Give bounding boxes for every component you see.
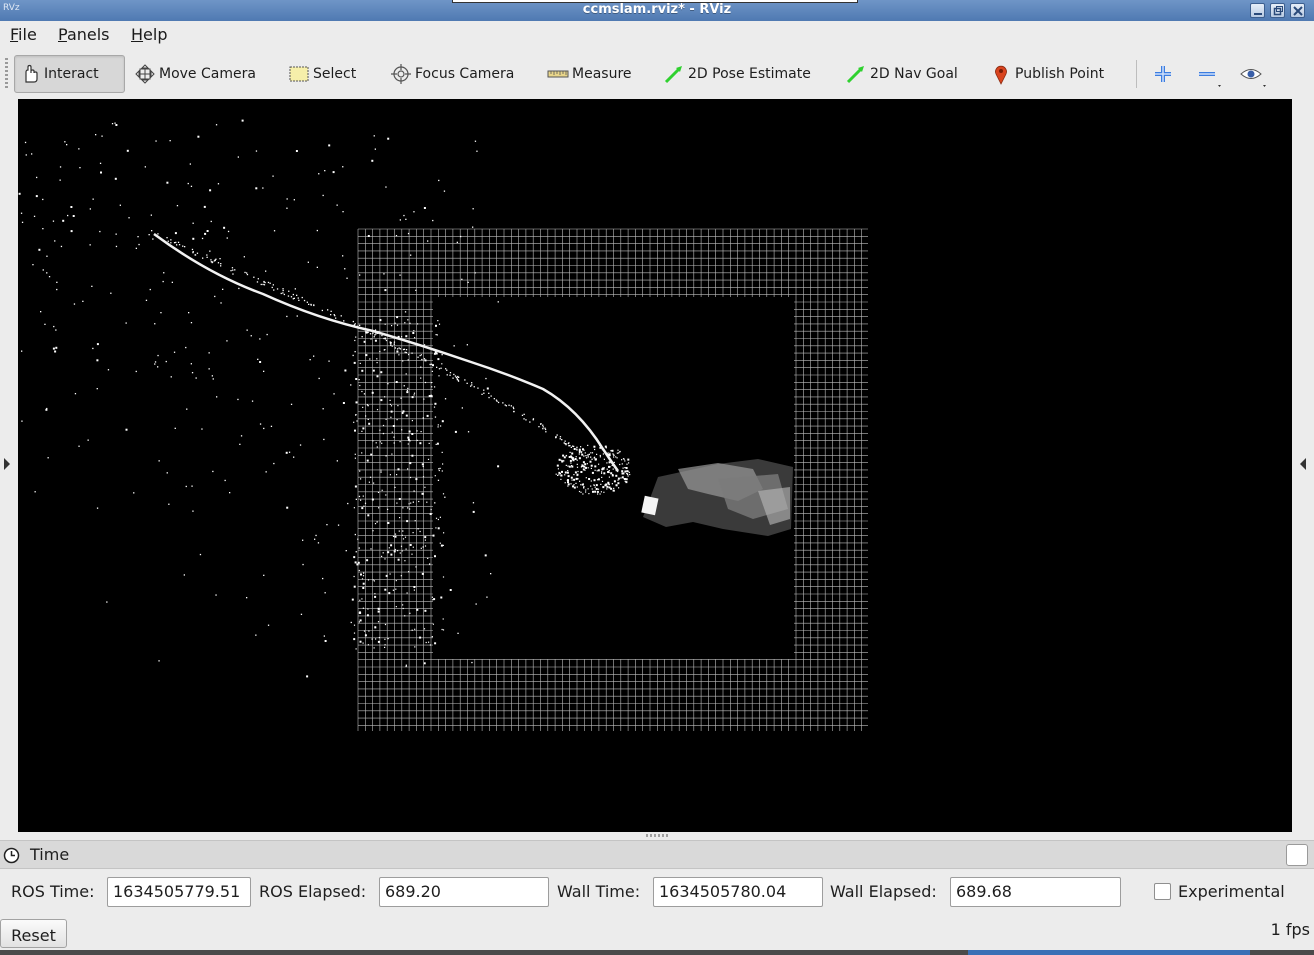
ros-elapsed-label: ROS Elapsed: (259, 882, 367, 901)
minimize-icon (1254, 13, 1262, 15)
splitter-grip (646, 834, 668, 837)
tool-select[interactable]: Select (284, 55, 356, 93)
ros-time-label: ROS Time: (11, 882, 95, 901)
panel-splitter[interactable] (0, 832, 1314, 840)
tool-2d-nav-goal-label: 2D Nav Goal (870, 66, 958, 82)
tool-measure-label: Measure (572, 66, 632, 82)
ros-time-field[interactable]: 1634505779.51 (107, 877, 251, 907)
menu-panels[interactable]: Panels (58, 25, 110, 44)
render-viewport[interactable] (18, 99, 1292, 832)
time-values-row: ROS Time: 1634505779.51 ROS Elapsed: 689… (0, 870, 1314, 914)
tool-focus-camera[interactable]: Focus Camera (386, 55, 514, 93)
toolbar-grip[interactable] (5, 58, 8, 88)
tool-2d-pose-estimate[interactable]: 2D Pose Estimate (659, 55, 811, 93)
select-rect-icon (288, 63, 310, 85)
move-arrows-icon (134, 63, 156, 85)
tool-publish-point-label: Publish Point (1015, 66, 1105, 82)
reset-button[interactable]: Reset (0, 919, 67, 948)
tool-interact[interactable]: Interact (14, 55, 125, 93)
eye-view-icon (1240, 69, 1266, 87)
ruler-icon (547, 63, 569, 85)
menu-file-label: ile (18, 25, 37, 44)
3d-scene[interactable] (18, 99, 1292, 832)
window-title: ccmslam.rviz* - RViz (582, 2, 732, 17)
menu-file[interactable]: File (10, 25, 37, 44)
menu-file-mnemonic: F (10, 25, 19, 44)
focus-target-icon (390, 63, 412, 85)
panel-float-button[interactable] (1286, 844, 1308, 866)
menu-panels-mnemonic: P (58, 25, 67, 44)
close-icon (1293, 6, 1303, 16)
clock-icon (3, 847, 20, 864)
tool-move-camera[interactable]: Move Camera (130, 55, 256, 93)
toolbar-separator (1136, 60, 1137, 88)
taskbar-active-item (968, 950, 1250, 955)
tool-bar: Interact Move Camera Select Focus Camera… (0, 48, 1314, 98)
title-bar[interactable]: RVz ccmslam.rviz* - RViz (0, 0, 1314, 21)
fps-indicator: 1 fps (1270, 920, 1310, 939)
remove-tool-button[interactable] (1194, 60, 1222, 88)
add-tool-button[interactable] (1150, 60, 1178, 88)
tool-measure[interactable]: Measure (543, 55, 632, 93)
tool-move-camera-label: Move Camera (159, 66, 256, 82)
remove-tool-icon (1199, 72, 1221, 87)
tool-select-label: Select (313, 66, 357, 82)
time-panel-title: Time (30, 845, 70, 864)
left-dock-collapse[interactable] (0, 99, 18, 832)
maximize-button[interactable] (1270, 3, 1285, 18)
tool-interact-label: Interact (44, 66, 99, 82)
keyframe-object (641, 459, 793, 536)
tool-publish-point[interactable]: Publish Point (986, 55, 1104, 93)
view-options-button[interactable] (1238, 60, 1266, 88)
wall-elapsed-field[interactable]: 689.68 (950, 877, 1121, 907)
menu-help-mnemonic: H (131, 25, 144, 44)
time-panel-header: Time (0, 840, 1314, 869)
menu-bar: File Panels Help (0, 21, 1314, 48)
right-dock-collapse[interactable] (1292, 99, 1314, 832)
hand-pointer-icon (19, 63, 41, 85)
map-pin-icon (990, 63, 1012, 85)
wall-time-field[interactable]: 1634505780.04 (653, 877, 823, 907)
experimental-checkbox[interactable] (1154, 883, 1171, 900)
expand-right-arrow-icon (4, 458, 10, 470)
tool-focus-camera-label: Focus Camera (415, 66, 515, 82)
close-button[interactable] (1290, 3, 1305, 18)
ros-elapsed-field[interactable]: 689.20 (379, 877, 549, 907)
menu-help-label: elp (143, 25, 168, 44)
tool-2d-nav-goal[interactable]: 2D Nav Goal (841, 55, 958, 93)
green-arrow-icon (845, 63, 867, 85)
point-cloud (18, 119, 631, 678)
restore-icon (1273, 6, 1283, 16)
menu-help[interactable]: Help (131, 25, 167, 44)
add-tool-icon (1155, 66, 1171, 82)
tool-2d-pose-estimate-label: 2D Pose Estimate (688, 66, 811, 82)
wall-elapsed-label: Wall Elapsed: (830, 882, 937, 901)
status-row: Reset 1 fps (0, 914, 1314, 955)
experimental-label: Experimental (1178, 882, 1285, 901)
menu-panels-label: anels (66, 25, 110, 44)
minimize-button[interactable] (1250, 3, 1265, 18)
green-arrow-icon (663, 63, 685, 85)
expand-left-arrow-icon (1300, 458, 1306, 470)
wall-time-label: Wall Time: (557, 882, 641, 901)
camera-trajectory (153, 232, 620, 472)
taskbar-edge (0, 950, 1314, 955)
